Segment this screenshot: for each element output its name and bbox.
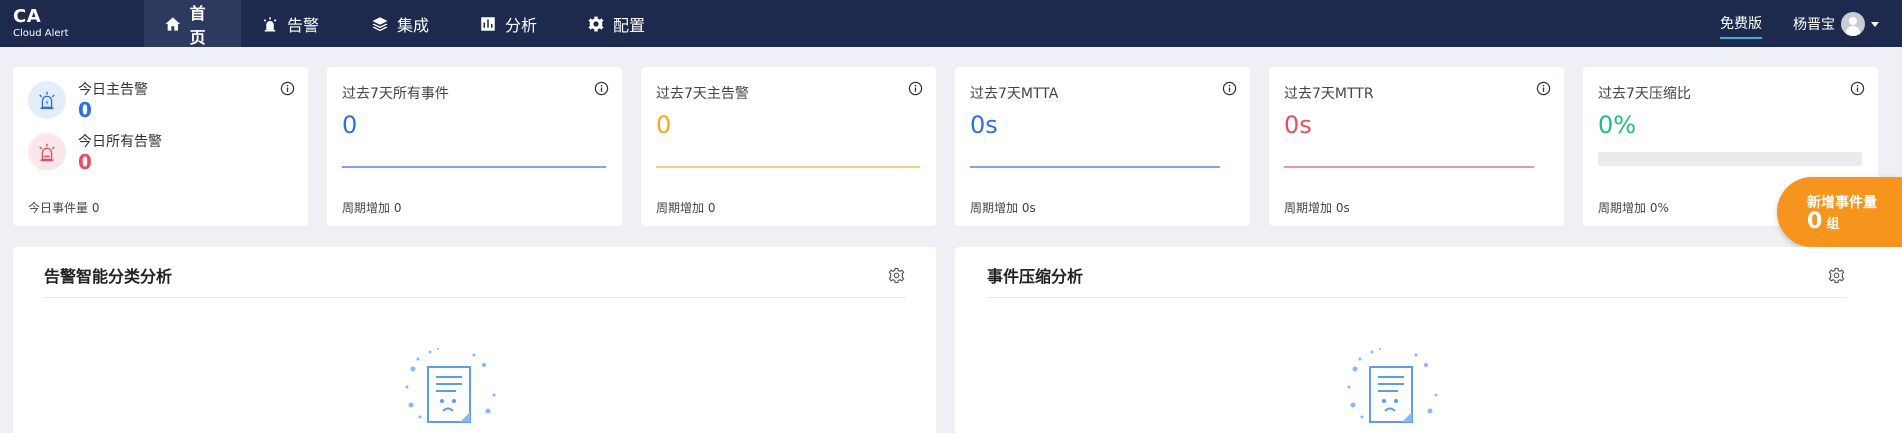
nav-item-analytics[interactable]: 分析 — [459, 0, 567, 47]
info-icon[interactable] — [1222, 81, 1237, 96]
main-alert-badge — [28, 81, 66, 119]
info-icon[interactable] — [280, 81, 295, 96]
info-icon[interactable] — [594, 81, 609, 96]
new-events-unit: 组 — [1826, 217, 1840, 232]
stat-footer: 周期增加 0s — [1284, 201, 1350, 215]
user-name: 杨晋宝 — [1793, 17, 1835, 33]
nav-label: 告警 — [287, 15, 320, 35]
event-compression-panel: 事件压缩分析 — [955, 247, 1902, 433]
stat-footer: 周期增加 0 — [342, 201, 402, 215]
today-events-footer: 今日事件量 0 — [28, 201, 100, 215]
new-events-bubble[interactable]: 新增事件量 0组 — [1777, 177, 1902, 247]
main-alert-count: 0 — [78, 98, 92, 122]
panel-divider — [987, 297, 1847, 298]
avatar — [1841, 12, 1865, 36]
stat-card-mtta: 过去7天MTTA 0s 周期增加 0s — [955, 67, 1250, 226]
alert-classification-panel: 告警智能分类分析 — [13, 247, 936, 433]
stat-footer: 周期增加 0% — [1598, 201, 1669, 215]
compression-progress-track — [1598, 152, 1862, 166]
layers-icon — [372, 16, 388, 31]
all-alert-label: 今日所有告警 — [78, 134, 162, 150]
nav-item-integrations[interactable]: 集成 — [351, 0, 459, 47]
main-alert-text: 今日主告警 0 — [78, 81, 148, 121]
all-alert-text: 今日所有告警 0 — [78, 133, 162, 173]
stat-title: 过去7天MTTA — [970, 86, 1059, 102]
nav-label: 集成 — [397, 15, 430, 35]
chart-icon — [481, 16, 495, 31]
main-alert-label: 今日主告警 — [78, 82, 148, 98]
new-events-count: 0组 — [1807, 209, 1839, 234]
stat-value: 0s — [1284, 111, 1312, 139]
home-icon — [165, 16, 181, 31]
logo-text: CA — [13, 6, 42, 27]
stat-trend-line — [970, 166, 1220, 168]
stat-footer: 周期增加 0s — [970, 201, 1036, 215]
stat-trend-line — [1284, 166, 1534, 168]
all-alert-badge — [28, 133, 66, 171]
stat-title: 过去7天压缩比 — [1598, 86, 1691, 102]
all-alert-count: 0 — [78, 150, 92, 174]
gear-icon — [588, 16, 604, 31]
main-nav: 首页 告警 集成 分析 配置 — [144, 0, 677, 47]
info-icon[interactable] — [1536, 81, 1551, 96]
nav-label: 配置 — [613, 15, 646, 35]
stat-title: 过去7天主告警 — [656, 86, 749, 102]
empty-state-illustration — [405, 348, 496, 423]
main-alert-row: 今日主告警 0 — [28, 81, 148, 121]
stat-value: 0% — [1598, 111, 1637, 139]
user-menu[interactable]: 杨晋宝 — [1793, 12, 1879, 36]
today-alerts-card: 今日主告警 0 今日所有告警 0 今日事件量 0 — [13, 67, 308, 226]
nav-item-alerts[interactable]: 告警 — [241, 0, 351, 47]
stat-trend-line — [656, 166, 920, 168]
nav-item-settings[interactable]: 配置 — [567, 0, 677, 47]
new-events-value: 0 — [1807, 209, 1823, 234]
app-logo[interactable]: CA Cloud Alert — [13, 7, 69, 40]
stat-title: 过去7天MTTR — [1284, 86, 1374, 102]
gear-icon[interactable] — [1828, 267, 1845, 284]
stat-value: 0 — [656, 111, 672, 139]
nav-label: 首页 — [189, 3, 206, 47]
chevron-down-icon — [1871, 21, 1879, 27]
plan-link[interactable]: 免费版 — [1720, 13, 1762, 39]
panel-title: 事件压缩分析 — [987, 267, 1084, 286]
stat-footer: 周期增加 0 — [656, 201, 716, 215]
info-icon[interactable] — [908, 81, 923, 96]
siren-icon — [39, 91, 55, 110]
top-navbar: CA Cloud Alert 首页 告警 集成 分析 配置 免费版 杨晋宝 — [0, 0, 1902, 47]
stat-card-mttr: 过去7天MTTR 0s 周期增加 0s — [1269, 67, 1564, 226]
stat-value: 0 — [342, 111, 358, 139]
panel-title: 告警智能分类分析 — [44, 267, 173, 286]
siren-icon — [263, 16, 277, 31]
stat-card-main-alerts: 过去7天主告警 0 周期增加 0 — [641, 67, 936, 226]
nav-label: 分析 — [505, 15, 538, 35]
panel-divider — [44, 297, 906, 298]
info-icon[interactable] — [1850, 81, 1865, 96]
stat-title: 过去7天所有事件 — [342, 86, 449, 102]
gear-icon[interactable] — [888, 267, 905, 284]
stat-value: 0s — [970, 111, 998, 139]
stat-trend-line — [342, 166, 606, 168]
stat-card-events: 过去7天所有事件 0 周期增加 0 — [327, 67, 622, 226]
empty-state-illustration — [1347, 348, 1438, 423]
logo-subtitle: Cloud Alert — [13, 28, 69, 39]
nav-item-home[interactable]: 首页 — [144, 0, 241, 47]
all-alert-row: 今日所有告警 0 — [28, 133, 162, 173]
siren-icon — [39, 143, 55, 162]
